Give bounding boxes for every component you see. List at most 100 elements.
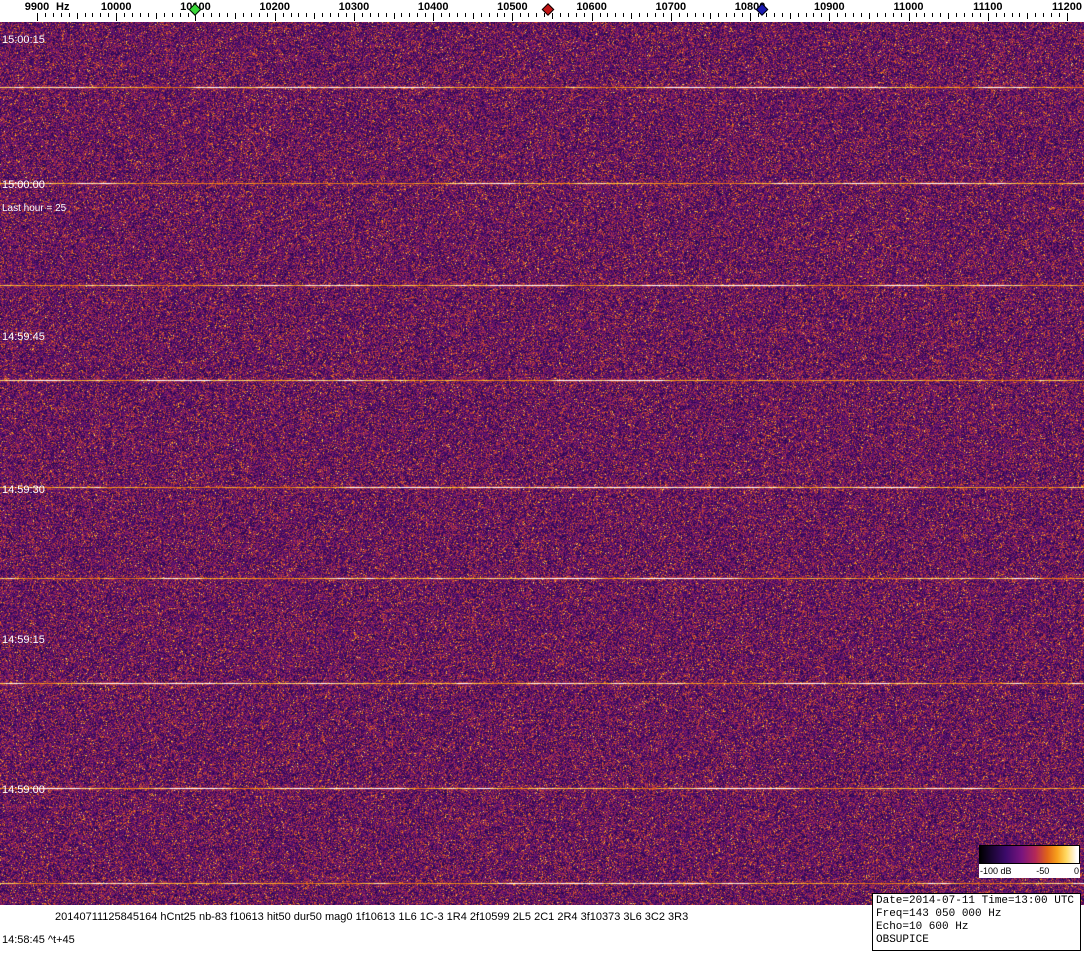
- detection-annotation: 20140711125845164 hCnt25 nb-83 f10613 hi…: [55, 911, 688, 923]
- ruler-tick: [695, 13, 696, 17]
- ruler-tick: [821, 13, 822, 17]
- ruler-tick: [298, 13, 299, 17]
- color-scale-legend: -100 dB -50 0: [979, 845, 1080, 878]
- ruler-tick: [69, 13, 70, 17]
- ruler-tick: [766, 13, 767, 17]
- ruler-tick: [790, 13, 791, 19]
- ruler-tick: [924, 13, 925, 17]
- ruler-tick: [386, 13, 387, 17]
- ruler-tick: [1027, 13, 1028, 19]
- ruler-tick: [219, 13, 220, 17]
- ruler-tick: [465, 13, 466, 17]
- ruler-tick: [227, 13, 228, 17]
- ruler-tick: [853, 13, 854, 17]
- ruler-tick: [306, 13, 307, 17]
- ruler-tick: [980, 13, 981, 17]
- freq-tick-label: 11100: [973, 1, 1002, 13]
- ruler-tick: [742, 13, 743, 17]
- ruler-tick: [243, 13, 244, 17]
- ruler-tick: [909, 13, 910, 21]
- ruler-tick: [235, 13, 236, 19]
- ruler-tick: [1019, 13, 1020, 17]
- ruler-tick: [457, 13, 458, 17]
- ruler-tick: [449, 13, 450, 17]
- ruler-tick: [338, 13, 339, 17]
- ruler-tick: [877, 13, 878, 17]
- ruler-tick: [813, 13, 814, 17]
- color-scale-labels: -100 dB -50 0: [979, 864, 1080, 878]
- ruler-tick: [861, 13, 862, 17]
- freq-tick-label: 11200: [1052, 1, 1082, 13]
- ruler-tick: [441, 13, 442, 17]
- ruler-tick: [370, 13, 371, 17]
- color-scale-min-label: -100 dB: [980, 866, 1012, 876]
- ruler-tick: [671, 13, 672, 21]
- ruler-tick: [92, 13, 93, 17]
- ruler-tick: [132, 13, 133, 17]
- freq-unit-label: Hz: [56, 1, 69, 13]
- ruler-tick: [869, 13, 870, 19]
- ruler-tick: [655, 13, 656, 17]
- ruler-tick: [845, 13, 846, 17]
- ruler-tick: [481, 13, 482, 17]
- ruler-tick: [964, 13, 965, 17]
- ruler-tick: [806, 13, 807, 17]
- ruler-tick: [77, 13, 78, 19]
- freq-tick-label: 10200: [259, 1, 290, 13]
- info-echo-frequency: Echo=10 600 Hz: [876, 921, 1077, 934]
- ruler-tick: [972, 13, 973, 17]
- ruler-tick: [172, 13, 173, 17]
- spectrogram-canvas[interactable]: [0, 22, 1084, 905]
- freq-tick-label: 10600: [576, 1, 607, 13]
- freq-tick-label: 10500: [497, 1, 528, 13]
- info-station-name: OBSUPICE: [876, 934, 1077, 947]
- ruler-tick: [600, 13, 601, 17]
- ruler-tick: [188, 13, 189, 17]
- ruler-tick: [734, 13, 735, 17]
- freq-tick-label: 11000: [894, 1, 924, 13]
- ruler-tick: [417, 13, 418, 17]
- ruler-tick: [584, 13, 585, 17]
- ruler-tick: [940, 13, 941, 17]
- ruler-tick: [401, 13, 402, 17]
- color-scale-mid-label: -50: [1036, 866, 1049, 876]
- info-frequency: Freq=143 050 000 Hz: [876, 908, 1077, 921]
- ruler-tick: [528, 13, 529, 17]
- ruler-tick: [148, 13, 149, 17]
- ruler-tick: [140, 13, 141, 17]
- ruler-tick: [116, 13, 117, 21]
- ruler-tick: [85, 13, 86, 17]
- ruler-tick: [1004, 13, 1005, 17]
- ruler-tick: [512, 13, 513, 21]
- ruler-tick: [687, 13, 688, 17]
- ruler-tick: [100, 13, 101, 17]
- ruler-tick: [536, 13, 537, 17]
- ruler-tick: [354, 13, 355, 21]
- ruler-tick: [124, 13, 125, 17]
- ruler-tick: [916, 13, 917, 17]
- ruler-tick: [837, 13, 838, 17]
- ruler-tick: [932, 13, 933, 17]
- ruler-tick: [948, 13, 949, 19]
- ruler-tick: [520, 13, 521, 17]
- frequency-axis: Hz 9900100001010010200103001040010500106…: [0, 0, 1084, 22]
- ruler-tick: [211, 13, 212, 17]
- ruler-tick: [180, 13, 181, 17]
- ruler-tick: [607, 13, 608, 17]
- ruler-tick: [314, 13, 315, 19]
- ruler-tick: [774, 13, 775, 17]
- ruler-tick: [798, 13, 799, 17]
- ruler-tick: [362, 13, 363, 17]
- ruler-tick: [639, 13, 640, 17]
- ruler-tick: [394, 13, 395, 19]
- freq-tick-label: 9900: [25, 1, 49, 13]
- ruler-tick: [560, 13, 561, 17]
- ruler-tick: [1067, 13, 1068, 21]
- ruler-tick: [497, 13, 498, 17]
- ruler-tick: [283, 13, 284, 17]
- ruler-tick: [782, 13, 783, 17]
- freq-tick-label: 10000: [101, 1, 132, 13]
- ruler-tick: [37, 13, 38, 21]
- ruler-tick: [956, 13, 957, 17]
- ruler-tick: [53, 13, 54, 17]
